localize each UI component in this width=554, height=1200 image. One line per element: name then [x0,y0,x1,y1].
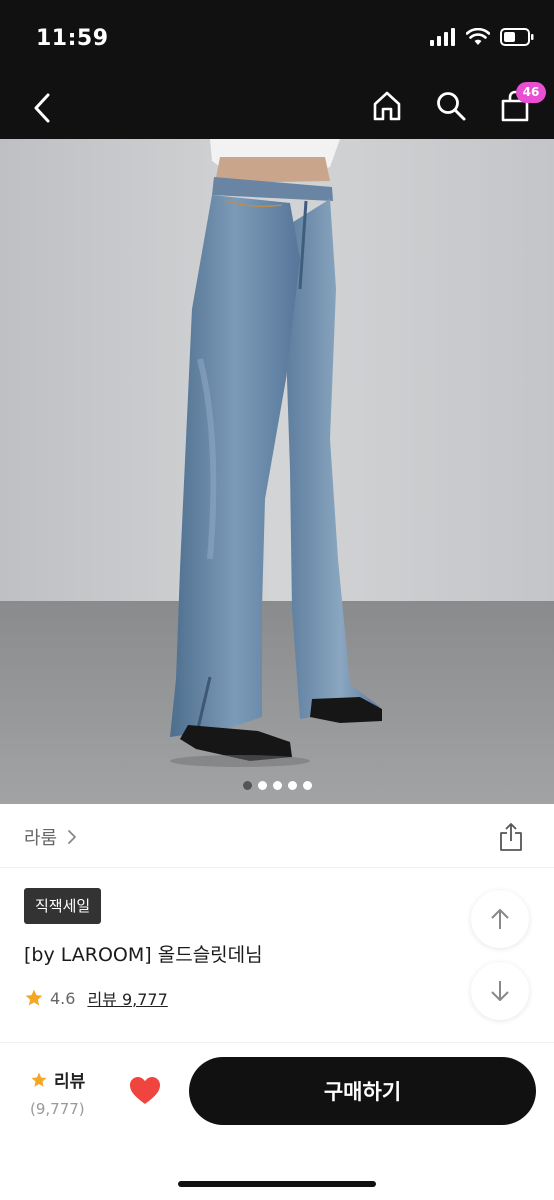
heart-icon [130,1077,160,1104]
star-icon [31,1072,47,1087]
nav-actions: 46 [370,82,546,126]
status-icons [430,28,534,46]
brand-row: 라룸 [0,804,554,868]
buy-button[interactable]: 구매하기 [189,1057,536,1125]
product-photo [0,139,554,804]
chevron-right-icon [68,830,77,844]
share-button[interactable] [496,820,526,854]
home-button[interactable] [370,86,404,126]
search-icon [437,92,466,121]
arrow-up-icon [491,909,509,929]
share-icon [500,823,522,851]
bottom-review-count: (9,777) [30,1100,85,1118]
carousel-dot[interactable] [257,781,267,790]
scroll-top-button[interactable] [471,890,529,948]
status-time: 11:59 [36,26,109,51]
wishlist-button[interactable] [128,1075,162,1107]
brand-name: 라룸 [24,828,58,849]
arrow-down-icon [491,981,509,1001]
bottom-review-button[interactable]: 리뷰 (9,777) [30,1067,100,1118]
bottom-review-label-row: 리뷰 [30,1067,100,1092]
carousel-dot[interactable] [242,781,252,790]
home-indicator [178,1181,376,1187]
wifi-icon [466,28,490,45]
navigation-bar: 46 [0,76,554,139]
scroll-bottom-button[interactable] [471,962,529,1020]
rating-value: 4.6 [50,988,76,1008]
sale-badge: 직잭세일 [24,888,102,924]
back-button[interactable] [24,88,60,128]
search-button[interactable] [434,86,468,126]
cart-button[interactable]: 46 [498,82,546,126]
star-icon [25,989,43,1006]
product-title: [by LAROOM] 올드슬릿데님 [24,944,263,966]
carousel-dot[interactable] [287,781,297,790]
bottom-review-label: 리뷰 [54,1072,86,1092]
product-image-carousel[interactable] [0,139,554,804]
carousel-dot[interactable] [272,781,282,790]
chevron-left-icon [34,93,50,123]
bottom-action-bar: 리뷰 (9,777) 구매하기 [0,1042,554,1200]
review-link[interactable]: 리뷰 9,777 [87,986,167,1010]
carousel-indicator [0,781,554,790]
cart-count-badge: 46 [516,82,546,103]
brand-link[interactable]: 라룸 [24,824,77,850]
carousel-dot[interactable] [302,781,312,790]
home-icon [373,91,401,121]
status-bar: 11:59 [0,0,554,76]
battery-icon [500,28,534,46]
rating-row: 4.6 리뷰 9,777 [24,986,168,1010]
cellular-signal-icon [430,28,455,46]
